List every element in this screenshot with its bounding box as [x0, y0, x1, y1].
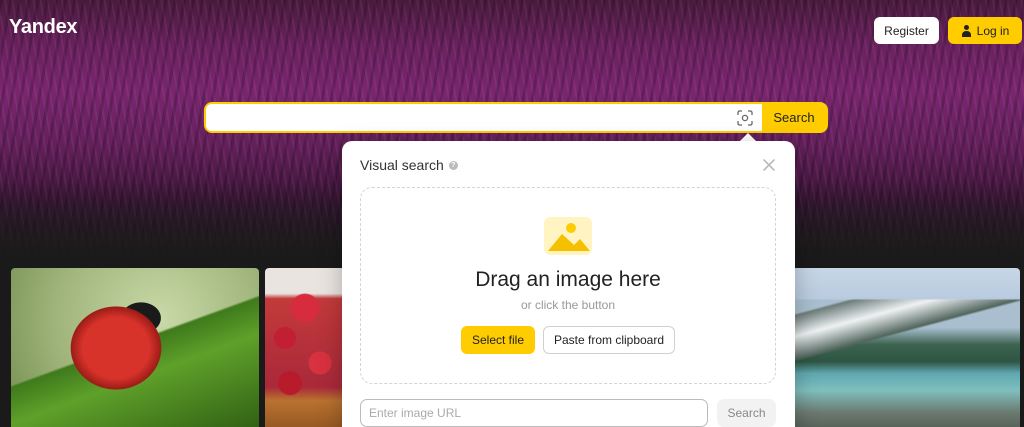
close-icon[interactable]	[762, 158, 776, 172]
register-button[interactable]: Register	[874, 17, 939, 44]
url-search-label: Search	[727, 406, 766, 420]
panel-title: Visual search ?	[360, 157, 458, 173]
select-file-button[interactable]: Select file	[461, 326, 535, 354]
login-label: Log in	[976, 23, 1010, 38]
paste-from-clipboard-button[interactable]: Paste from clipboard	[543, 326, 675, 354]
camera-icon[interactable]	[732, 104, 758, 131]
search-button-label: Search	[773, 110, 815, 125]
select-file-label: Select file	[471, 333, 525, 347]
thumbnail-ladybug[interactable]	[11, 268, 259, 427]
image-url-input[interactable]	[360, 399, 708, 427]
image-dropzone[interactable]: Drag an image here or click the button S…	[360, 187, 776, 384]
user-icon	[961, 24, 972, 37]
popover-pointer	[740, 133, 756, 141]
url-search-button[interactable]: Search	[717, 399, 776, 427]
search-button[interactable]: Search	[762, 104, 826, 131]
visual-search-panel: Visual search ? Drag an image here or cl…	[342, 141, 795, 427]
drop-subtitle: or click the button	[520, 298, 616, 312]
panel-title-text: Visual search	[360, 157, 444, 173]
thumbnail-lake[interactable]	[792, 268, 1020, 427]
thumbnail-tart[interactable]	[265, 268, 345, 427]
drop-title: Drag an image here	[475, 268, 661, 291]
search-input[interactable]	[206, 104, 732, 131]
register-label: Register	[884, 23, 929, 38]
login-button[interactable]: Log in	[948, 17, 1022, 44]
yandex-logo[interactable]: Yandex	[9, 16, 78, 39]
paste-label: Paste from clipboard	[553, 333, 665, 347]
image-icon	[544, 217, 592, 260]
help-icon[interactable]: ?	[448, 160, 458, 170]
search-bar: Search	[204, 102, 828, 133]
